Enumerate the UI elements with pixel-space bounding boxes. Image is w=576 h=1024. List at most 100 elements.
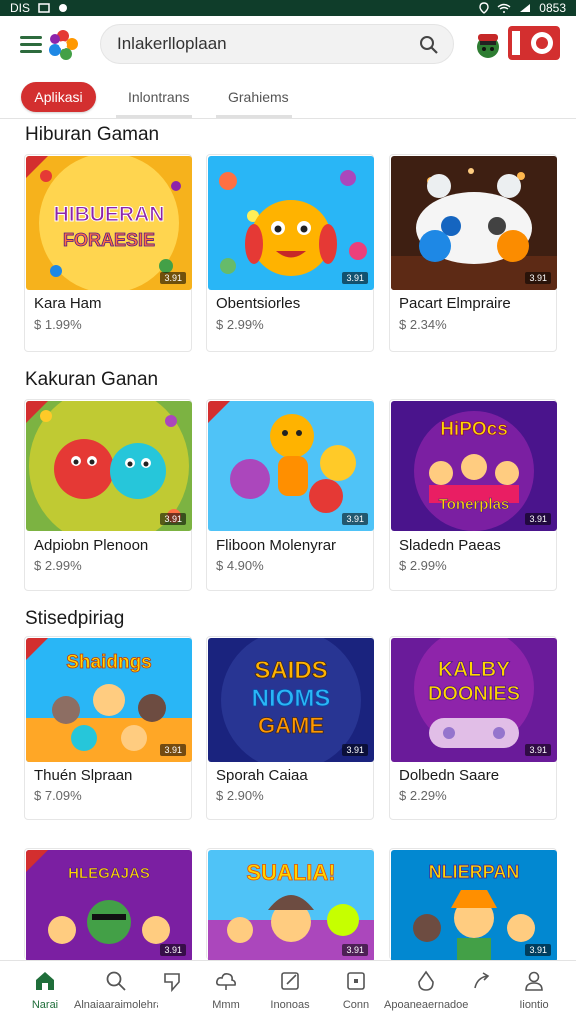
nav-label: Iiontio	[519, 999, 549, 1011]
app-name: Kara Ham	[34, 295, 102, 312]
app-card[interactable]: HiPOcs Tonerplas 3.91 Sladedn Paeas $ 2.…	[389, 399, 557, 591]
rating-badge: 3.91	[525, 513, 551, 525]
app-name: Thuén Slpraan	[34, 767, 133, 784]
avatar[interactable]	[474, 30, 502, 60]
app-thumbnail: HIBUERAN FORAESIE 3.91	[26, 156, 192, 290]
home-icon	[34, 970, 56, 992]
tab-inlontrans-underline	[116, 115, 192, 118]
art-text: NLIERPAN	[429, 862, 520, 882]
app-notification-icon	[58, 3, 68, 13]
rating-badge: 3.91	[525, 944, 551, 956]
search-input[interactable]: Inlakerlloplaan	[100, 24, 454, 64]
app-bar: Inlakerlloplaan	[0, 16, 576, 74]
share-icon	[471, 970, 493, 992]
app-thumbnail: 3.91	[208, 156, 374, 290]
art-text-line2: DOONIES	[428, 683, 520, 705]
app-price: $ 2.34%	[399, 317, 447, 332]
signal-icon	[519, 3, 531, 13]
drop-icon	[415, 970, 437, 992]
art-text-line1: KALBY	[438, 658, 510, 681]
app-price: $ 7.09%	[34, 788, 82, 803]
nav-item-inonoas[interactable]: Inonoas	[254, 961, 326, 1024]
rating-badge: 3.91	[342, 944, 368, 956]
art-text-line2: FORAESIE	[63, 230, 155, 250]
art-text: Shaidngs	[66, 652, 152, 673]
bottom-navigation: Narai Alnaiaaraimolehran Mmm Inonoas Con…	[0, 960, 576, 1024]
status-time: 0853	[539, 1, 566, 15]
app-thumbnail: 3.91	[208, 401, 374, 531]
app-thumbnail: NLIERPAN 3.91	[391, 850, 557, 962]
edit-icon	[279, 970, 301, 992]
nav-item-profile[interactable]: Iiontio	[498, 961, 570, 1024]
cloud-icon	[215, 970, 237, 992]
app-card[interactable]: 3.91 Fliboon Molenyrar $ 4.90%	[206, 399, 374, 591]
app-card[interactable]: SUALIA! 3.91	[206, 848, 374, 962]
location-icon	[479, 2, 489, 14]
app-price: $ 2.99%	[399, 558, 447, 573]
tab-aplikasi[interactable]: Aplikasi	[21, 82, 96, 112]
app-card[interactable]: 3.91 Pacart Elmpraire $ 2.34%	[389, 154, 557, 352]
status-bar: DIS 0853	[0, 0, 576, 16]
nav-item-home[interactable]: Narai	[9, 961, 81, 1024]
app-card[interactable]: Shaidngs 3.91 Thuén Slpraan $ 7.09%	[24, 636, 192, 820]
art-text-line2: NIOMS	[252, 685, 331, 712]
app-thumbnail: Shaidngs 3.91	[26, 638, 192, 762]
app-card[interactable]: 3.91 Adpiobn Plenoon $ 2.99%	[24, 399, 192, 591]
menu-icon[interactable]	[20, 36, 42, 54]
rating-badge: 3.91	[525, 272, 551, 284]
art-text-line3: GAME	[258, 713, 324, 738]
art-text-line1: HiPOcs	[440, 419, 508, 440]
rating-badge: 3.91	[342, 744, 368, 756]
app-price: $ 2.90%	[216, 788, 264, 803]
rating-badge: 3.91	[160, 944, 186, 956]
app-logo[interactable]	[48, 28, 78, 62]
app-name: Adpiobn Plenoon	[34, 537, 149, 554]
rating-badge: 3.91	[160, 513, 186, 525]
app-name: Obentsiorles	[216, 295, 301, 312]
app-card[interactable]: NLIERPAN 3.91	[389, 848, 557, 962]
art-text: HLEGAJAS	[68, 865, 150, 882]
search-icon[interactable]	[419, 35, 439, 55]
section-title-kakuran: Kakuran Ganan	[25, 369, 159, 390]
nav-item-mmm[interactable]: Mmm	[190, 961, 262, 1024]
app-thumbnail: HLEGAJAS 3.91	[26, 850, 192, 962]
app-price: $ 2.99%	[34, 558, 82, 573]
square-icon	[345, 970, 367, 992]
app-card[interactable]: HLEGAJAS 3.91	[24, 848, 192, 962]
art-text-line1: HIBUERAN	[54, 203, 165, 226]
app-name: Fliboon Molenyrar	[216, 537, 337, 554]
app-card[interactable]: SAIDS NIOMS GAME 3.91 Sporah Caiaa $ 2.9…	[206, 636, 374, 820]
art-text-line2: Tonerplas	[439, 496, 510, 513]
app-price: $ 1.99%	[34, 317, 82, 332]
app-thumbnail: SAIDS NIOMS GAME 3.91	[208, 638, 374, 762]
art-text-line1: SAIDS	[254, 657, 327, 684]
rating-badge: 3.91	[342, 272, 368, 284]
rating-badge: 3.91	[342, 513, 368, 525]
tab-grahiems-underline	[216, 115, 292, 118]
app-card[interactable]: KALBY DOONIES 3.91 Dolbedn Saare $ 2.29%	[389, 636, 557, 820]
app-name: Dolbedn Saare	[399, 767, 500, 784]
app-card[interactable]: HIBUERAN FORAESIE 3.91 Kara Ham $ 1.99%	[24, 154, 192, 352]
app-price: $ 2.99%	[216, 317, 264, 332]
section-title-hiburan: Hiburan Gaman	[25, 124, 160, 145]
section-title-stisedpiriag: Stisedpiriag	[25, 608, 125, 629]
app-name: Sporah Caiaa	[216, 767, 308, 784]
app-price: $ 2.29%	[399, 788, 447, 803]
app-thumbnail: HiPOcs Tonerplas 3.91	[391, 401, 557, 531]
nav-item-conn[interactable]: Conn	[320, 961, 392, 1024]
app-thumbnail: SUALIA! 3.91	[208, 850, 374, 962]
tab-inlontrans[interactable]: Inlontrans	[116, 82, 201, 112]
app-card[interactable]: 3.91 Obentsiorles $ 2.99%	[206, 154, 374, 352]
user-icon	[523, 970, 545, 992]
brand-badge[interactable]	[508, 26, 560, 60]
status-left-text: DIS	[10, 1, 31, 15]
wifi-icon	[497, 3, 511, 13]
heart-icon	[161, 970, 183, 993]
tab-grahiems[interactable]: Grahiems	[216, 82, 301, 112]
app-thumbnail: KALBY DOONIES 3.91	[391, 638, 557, 762]
search-icon	[105, 970, 127, 992]
art-text: SUALIA!	[246, 860, 335, 885]
rating-badge: 3.91	[525, 744, 551, 756]
category-tabs: Aplikasi Inlontrans Grahiems	[0, 74, 576, 119]
rating-badge: 3.91	[160, 272, 186, 284]
